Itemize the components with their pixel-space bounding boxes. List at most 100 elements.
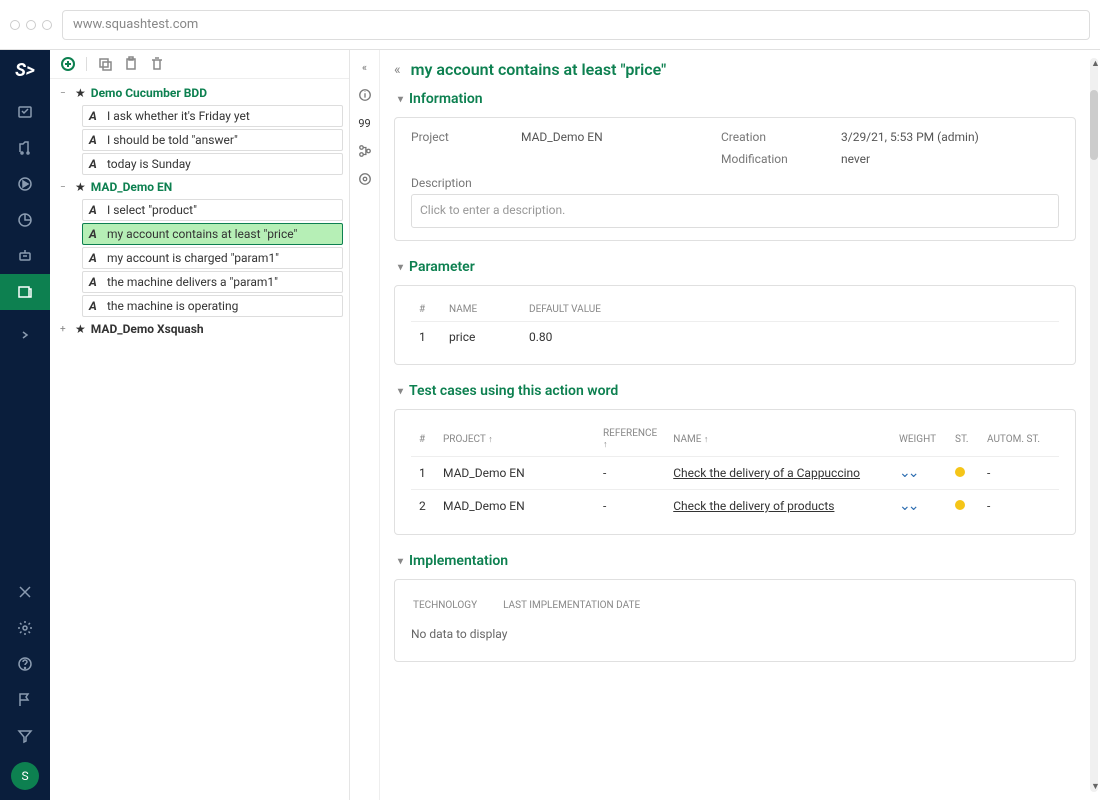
tree-folder[interactable]: + ★ MAD_Demo Xsquash	[56, 319, 343, 339]
action-word-item[interactable]: AI should be told "answer"	[82, 129, 343, 151]
detail-side-tabs: « 99	[350, 50, 380, 800]
nav-help-icon[interactable]	[0, 646, 50, 682]
section-title-implementation: Implementation	[409, 553, 508, 569]
chevron-down-icon[interactable]: ▾	[398, 262, 403, 273]
action-label: the machine is operating	[107, 299, 238, 313]
creation-label: Creation	[721, 130, 841, 144]
collapse-panel-icon[interactable]: «	[356, 58, 374, 76]
delete-icon[interactable]	[149, 56, 165, 72]
nav-reports-icon[interactable]	[0, 202, 50, 238]
scrollbar[interactable]: ▲ ▼	[1090, 58, 1098, 792]
action-label: I select "product"	[107, 203, 197, 217]
hierarchy-tab-icon[interactable]	[356, 142, 374, 160]
tree-folder[interactable]: − ★ MAD_Demo EN	[56, 177, 343, 197]
nav-automation-icon[interactable]	[0, 238, 50, 274]
window-controls	[10, 20, 52, 30]
usage-count-tab[interactable]: 99	[356, 114, 374, 132]
minimize-window-icon[interactable]	[26, 20, 36, 30]
sort-asc-icon: ↑	[704, 435, 709, 445]
weight-chevrons-icon: ⌄⌄	[899, 465, 916, 481]
nav-action-words-icon[interactable]	[0, 274, 50, 310]
action-word-item[interactable]: AI select "product"	[82, 199, 343, 221]
modification-value: never	[841, 152, 1059, 166]
project-label: Project	[411, 130, 521, 144]
nav-settings-icon[interactable]	[0, 610, 50, 646]
chevron-down-icon[interactable]: ▾	[398, 386, 403, 397]
scroll-up-icon[interactable]: ▲	[1091, 58, 1100, 69]
action-label: my account is charged "param1"	[107, 251, 279, 265]
action-word-item[interactable]: Athe machine delivers a "param1"	[82, 271, 343, 293]
nav-execution-icon[interactable]	[0, 166, 50, 202]
collapse-icon[interactable]: −	[60, 88, 70, 99]
action-word-item[interactable]: Amy account is charged "param1"	[82, 247, 343, 269]
parameter-section: # NAME DEFAULT VALUE 1 price 0.80	[394, 285, 1076, 365]
cell-default: 0.80	[521, 322, 1059, 353]
user-avatar[interactable]: S	[11, 762, 39, 790]
star-icon: ★	[75, 86, 86, 100]
description-label: Description	[411, 176, 1059, 190]
col-name[interactable]: NAME ↑	[665, 422, 891, 457]
scrollbar-thumb[interactable]	[1090, 90, 1098, 160]
action-label: my account contains at least "price"	[107, 227, 297, 241]
nav-campaigns-icon[interactable]	[0, 130, 50, 166]
table-row[interactable]: 1 MAD_Demo EN - Check the delivery of a …	[411, 457, 1059, 490]
cell-num: 2	[411, 490, 435, 523]
action-word-item-selected[interactable]: Amy account contains at least "price"	[82, 223, 343, 245]
col-autom: AUTOM. ST.	[979, 422, 1059, 457]
chevron-down-icon[interactable]: ▾	[398, 94, 403, 105]
action-label: I ask whether it's Friday yet	[107, 109, 250, 123]
col-project[interactable]: PROJECT ↑	[435, 422, 595, 457]
action-word-item[interactable]: Atoday is Sunday	[82, 153, 343, 175]
nav-filter-icon[interactable]	[0, 718, 50, 754]
expand-icon[interactable]: +	[60, 324, 70, 335]
zoom-window-icon[interactable]	[42, 20, 52, 30]
collapse-icon[interactable]: −	[60, 182, 70, 193]
info-tab-icon[interactable]	[356, 86, 374, 104]
collapse-all-icon[interactable]: «	[394, 62, 401, 78]
nav-expand-icon[interactable]	[0, 320, 50, 350]
description-input[interactable]: Click to enter a description.	[411, 194, 1059, 228]
parameter-table: # NAME DEFAULT VALUE 1 price 0.80	[411, 298, 1059, 352]
scroll-down-icon[interactable]: ▼	[1091, 781, 1100, 792]
nav-requirements-icon[interactable]	[0, 94, 50, 130]
settings-tab-icon[interactable]	[356, 170, 374, 188]
main-content: « my account contains at least "price" ▾…	[380, 50, 1100, 800]
information-section: Project MAD_Demo EN Creation 3/29/21, 5:…	[394, 117, 1076, 241]
table-row[interactable]: 1 price 0.80	[411, 322, 1059, 353]
modification-label: Modification	[721, 152, 841, 166]
browser-chrome: www.squashtest.com	[0, 0, 1100, 50]
tree-folder[interactable]: − ★ Demo Cucumber BDD	[56, 83, 343, 103]
chevron-down-icon[interactable]: ▾	[398, 556, 403, 567]
col-weight: WEIGHT	[891, 422, 947, 457]
url-bar[interactable]: www.squashtest.com	[62, 10, 1090, 40]
testcases-table: # PROJECT ↑ REFERENCE ↑ NAME ↑ WEIGHT ST…	[411, 422, 1059, 522]
nav-tools-icon[interactable]	[0, 574, 50, 610]
col-reference[interactable]: REFERENCE ↑	[595, 422, 665, 457]
folder-label: Demo Cucumber BDD	[91, 86, 207, 100]
logo[interactable]: S>	[8, 58, 42, 82]
action-glyph-icon: A	[89, 227, 101, 241]
section-title-information: Information	[409, 91, 483, 107]
action-word-item[interactable]: Athe machine is operating	[82, 295, 343, 317]
cell-num: 1	[411, 457, 435, 490]
tree-toolbar	[50, 50, 349, 79]
testcase-link[interactable]: Check the delivery of a Cappuccino	[673, 466, 860, 480]
copy-icon[interactable]	[97, 56, 113, 72]
sort-asc-icon: ↑	[603, 440, 608, 450]
nav-flag-icon[interactable]	[0, 682, 50, 718]
no-data-message: No data to display	[411, 619, 1059, 649]
close-window-icon[interactable]	[10, 20, 20, 30]
status-dot-icon	[955, 467, 965, 477]
testcase-link[interactable]: Check the delivery of products	[673, 499, 834, 513]
page-title: my account contains at least "price"	[411, 60, 667, 79]
cell-num: 1	[411, 322, 441, 353]
add-icon[interactable]	[60, 56, 76, 72]
star-icon: ★	[75, 322, 86, 336]
action-label: I should be told "answer"	[107, 133, 238, 147]
table-row[interactable]: 2 MAD_Demo EN - Check the delivery of pr…	[411, 490, 1059, 523]
star-icon: ★	[75, 180, 86, 194]
paste-icon[interactable]	[123, 56, 139, 72]
action-word-item[interactable]: AI ask whether it's Friday yet	[82, 105, 343, 127]
cell-name: price	[441, 322, 521, 353]
sort-asc-icon: ↑	[488, 435, 493, 445]
